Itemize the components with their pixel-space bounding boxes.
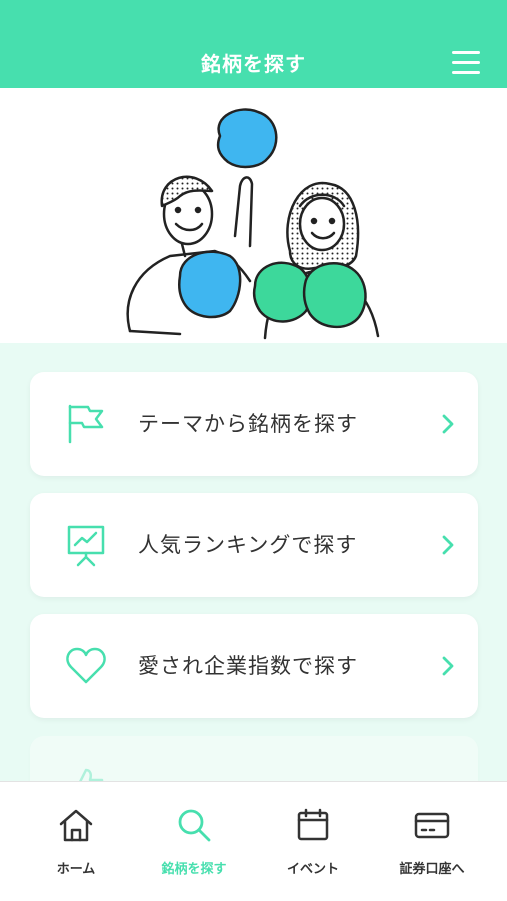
menu-item-label: 人気ランキングで探す	[138, 533, 358, 557]
menu-item-ranking[interactable]: 人気ランキングで探す	[30, 493, 478, 597]
home-icon	[57, 806, 95, 844]
hamburger-menu-icon[interactable]	[450, 48, 482, 78]
chevron-right-icon	[440, 654, 456, 678]
menu-item-beloved-index[interactable]: 愛され企業指数で探す	[30, 614, 478, 718]
tab-home[interactable]: ホーム	[13, 782, 139, 901]
search-menu: テーマから銘柄を探す 人気ランキングで探す 愛され企業指数で探す	[0, 343, 507, 783]
page-title: 銘柄を探す	[201, 52, 306, 76]
chevron-right-icon	[440, 412, 456, 436]
menu-item-label: テーマから銘柄を探す	[138, 412, 358, 436]
menu-item-partial[interactable]	[30, 736, 478, 783]
search-icon	[175, 806, 213, 844]
tab-label: 銘柄を探す	[161, 862, 227, 877]
flag-icon	[64, 402, 108, 446]
hero-banner	[0, 88, 507, 343]
tab-events[interactable]: イベント	[250, 782, 376, 901]
app-header: 銘柄を探す	[0, 0, 507, 88]
credit-card-icon	[413, 806, 451, 844]
tab-search-stocks[interactable]: 銘柄を探す	[131, 782, 257, 901]
heart-icon	[64, 644, 108, 688]
tab-label: ホーム	[56, 862, 96, 877]
menu-item-label: 愛され企業指数で探す	[138, 654, 358, 678]
chart-board-icon	[64, 523, 108, 567]
bottom-tab-bar: ホーム 銘柄を探す イベント 証券口座へ	[0, 781, 507, 901]
tab-securities-account[interactable]: 証券口座へ	[369, 782, 495, 901]
tab-label: イベント	[286, 862, 339, 877]
chevron-right-icon	[440, 533, 456, 557]
tab-label: 証券口座へ	[399, 862, 465, 877]
cheerleaders-illustration	[126, 108, 380, 340]
calendar-icon	[294, 806, 332, 844]
menu-item-theme[interactable]: テーマから銘柄を探す	[30, 372, 478, 476]
